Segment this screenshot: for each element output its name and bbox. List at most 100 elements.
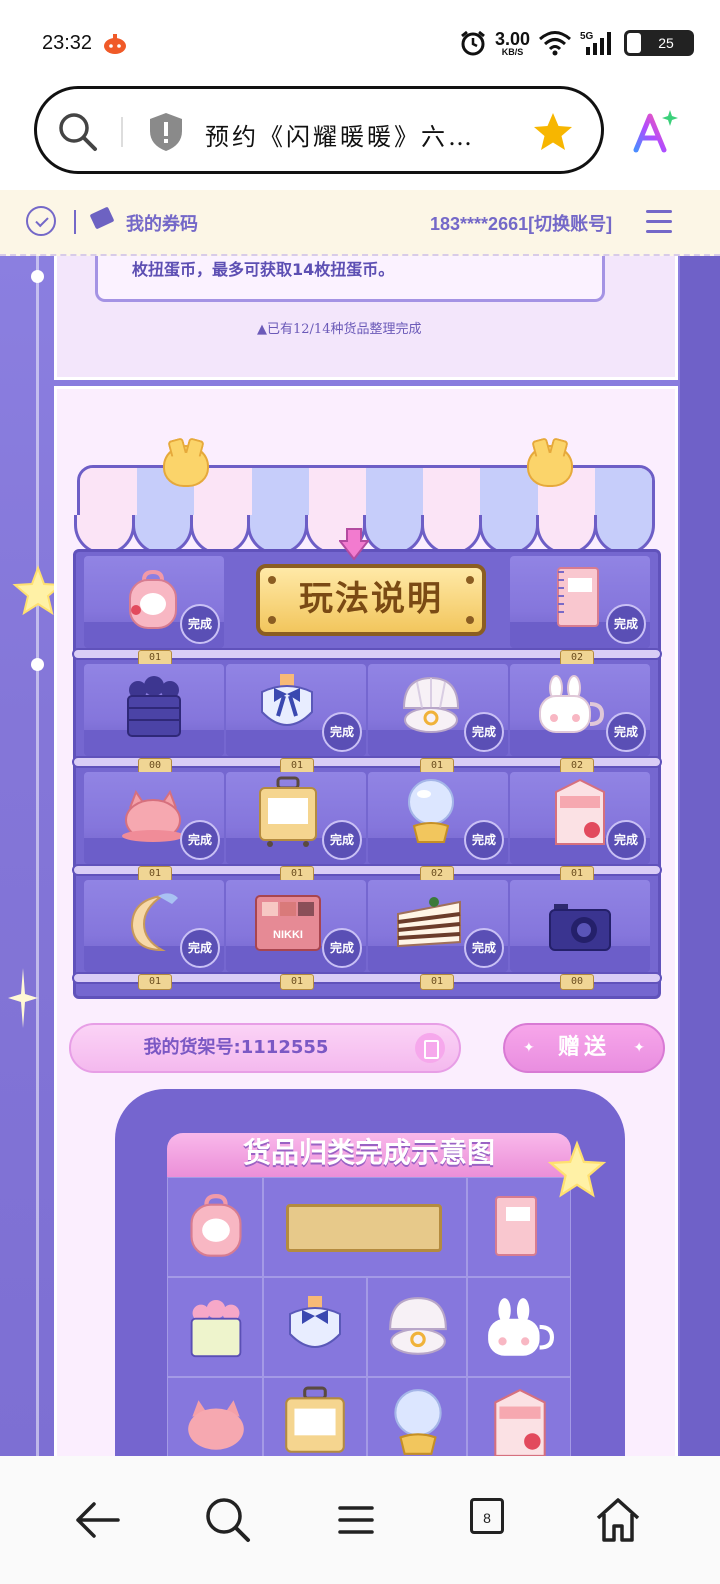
shelf-slot[interactable] [510,880,650,972]
cat-mascot-icon [527,445,573,487]
ai-assistant-icon[interactable] [630,106,680,156]
diagram-cell [167,1377,263,1456]
svg-text:5G: 5G [580,31,594,42]
done-badge: 完成 [322,712,362,752]
milk-carton-icon [555,778,605,845]
suitcase-icon [285,1386,345,1453]
diagram-cell [167,1277,263,1377]
done-badge: 完成 [464,820,504,860]
done-badge: 完成 [606,820,646,860]
shelf-slot[interactable]: NIKKI 完成 [226,880,366,972]
bookmark-star-icon[interactable] [531,111,575,153]
rule-text: 枚扭蛋币，最多可获取14枚扭蛋币。 [132,260,395,279]
bunny-mug-icon [539,675,604,733]
count-tag: 01 [280,974,314,990]
progress-text: ▲已有12/14种货品整理完成 [257,322,422,337]
rail-dot [31,658,44,671]
notification-icon [104,34,126,54]
url-text[interactable]: 预约《闪耀暖暖》六… [205,117,505,152]
check-logo-icon[interactable] [26,206,56,236]
diagram-cell [263,1177,467,1277]
cat-beret-icon [122,789,184,842]
shelf-slot[interactable]: 完成 [510,772,650,864]
diagram-title: 货品归类完成示意图 [242,1136,495,1169]
layer-cake-icon [397,897,461,948]
tabs-button[interactable]: 8 [462,1490,522,1550]
status-bar: 23:32 3.00 KB/S 5G 25 [0,0,720,86]
shelf-slot[interactable]: 完成 [510,664,650,756]
browser-bottom-nav: 8 [0,1456,720,1584]
done-badge: 完成 [464,712,504,752]
palette-brand: NIKKI [273,929,303,941]
completion-diagram: 货品归类完成示意图 [115,1089,625,1456]
status-indicators: 3.00 KB/S 5G 25 [459,24,694,62]
address-divider [121,117,123,147]
done-badge: 完成 [464,928,504,968]
cat-beret-icon [188,1400,244,1450]
shield-icon[interactable] [147,111,185,153]
shelf-number-label: 我的货架号:1112555 [143,1037,329,1058]
account-switch-link[interactable]: 183****2661[切换账号] [430,210,612,236]
diagram-cell [167,1177,263,1277]
network-speed: 3.00 KB/S [494,28,530,57]
done-badge: 完成 [180,928,220,968]
battery-indicator: 25 [624,30,694,56]
site-header: 我的券码 183****2661[切换账号] [0,190,720,256]
rule-box: 枚扭蛋币，最多可获取14枚扭蛋币。 [95,256,605,302]
back-arrow-icon[interactable] [68,1490,128,1550]
photo-album-icon [557,567,599,627]
done-badge: 完成 [322,928,362,968]
count-tag: 01 [420,974,454,990]
shelf-slot[interactable] [84,664,224,756]
search-icon[interactable] [198,1490,258,1550]
shelf-slot[interactable]: 完成 [84,556,224,648]
diagram-cell [367,1377,467,1456]
bow-perfume-icon [289,1296,341,1348]
alarm-icon [461,30,485,56]
suitcase-icon [259,776,317,847]
wifi-icon [539,31,571,56]
copy-icon[interactable] [415,1033,445,1063]
shelf-number-pill: 我的货架号:1112555 [69,1023,461,1073]
shelf-slot[interactable]: 完成 [510,556,650,648]
diagram-cell [467,1277,571,1377]
shop-panel: 完成 玩法说明 完成 01 02 完成 完成 完成 00 01 01 02 完成… [54,386,678,1456]
arrow-down-icon [339,528,369,561]
diagram-grid [167,1177,571,1456]
crystal-ball-icon [408,779,454,843]
palette-icon: NIKKI [255,895,321,951]
bunny-mug-icon [488,1298,554,1356]
diagram-cell [367,1277,467,1377]
menu-icon[interactable] [326,1490,386,1550]
shelf-slot[interactable]: 完成 [226,772,366,864]
item-shelf: 完成 玩法说明 完成 01 02 完成 完成 完成 00 01 01 02 完成… [72,549,662,999]
shelf-slot[interactable]: 完成 [84,880,224,972]
photo-album-icon [495,1196,537,1256]
shelf-slot[interactable]: 完成 [368,772,508,864]
help-button[interactable]: 玩法说明 [256,564,486,636]
ticket-icon [89,206,115,230]
header-separator [74,210,76,234]
milk-carton-icon [494,1388,546,1456]
my-codes-link[interactable]: 我的券码 [126,210,198,236]
right-strip [680,256,720,1456]
shelf-slot[interactable]: 完成 [84,772,224,864]
address-bar[interactable]: 预约《闪耀暖暖》六… [34,86,604,174]
camera-icon [549,904,611,951]
gift-button[interactable]: ✦ 赠送 ✦ [503,1023,665,1073]
shelf-slot[interactable]: 完成 [226,664,366,756]
done-badge: 完成 [180,820,220,860]
shell-ring-icon [389,1297,447,1355]
side-rail [36,256,39,1456]
diagram-cell [467,1377,571,1456]
bow-perfume-icon [261,674,313,726]
done-badge: 完成 [606,712,646,752]
shelf-slot[interactable]: 完成 [368,664,508,756]
home-icon[interactable] [588,1490,648,1550]
tab-count: 8 [470,1498,504,1534]
sparkle-icon [8,968,38,1028]
shelf-slot[interactable]: 完成 [368,880,508,972]
diagram-cell [263,1277,367,1377]
hamburger-menu-icon[interactable] [646,210,672,234]
count-tag: 00 [560,974,594,990]
